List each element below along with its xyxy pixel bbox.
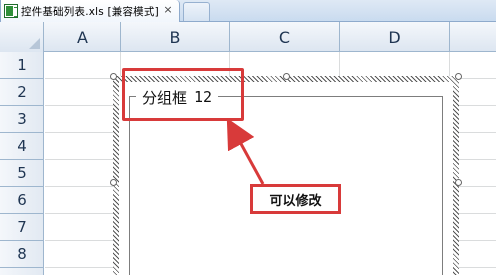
column-header-row: A B C D (0, 22, 496, 52)
row-header-8[interactable]: 8 (0, 241, 44, 268)
row-header-6[interactable]: 6 (0, 187, 44, 214)
callout-text: 可以修改 (269, 193, 322, 209)
column-header-c[interactable]: C (230, 22, 340, 52)
column-header-d[interactable]: D (340, 22, 450, 52)
label-highlight-box (122, 68, 244, 121)
callout-box: 可以修改 (250, 184, 341, 214)
select-all-corner[interactable] (0, 22, 44, 52)
resize-handle-top-middle[interactable] (283, 73, 290, 80)
row-header-1[interactable]: 1 (0, 52, 44, 79)
new-tab-button[interactable] (183, 2, 210, 21)
select-all-triangle-icon (29, 38, 40, 49)
row-header-4[interactable]: 4 (0, 133, 44, 160)
row-header-3[interactable]: 3 (0, 106, 44, 133)
row-header-7[interactable]: 7 (0, 214, 44, 241)
row-header-2[interactable]: 2 (0, 79, 44, 106)
workbook-tab-title: 控件基础列表.xls [兼容模式] (21, 5, 159, 18)
resize-handle-top-right[interactable] (455, 73, 462, 80)
resize-handle-top-left[interactable] (110, 73, 117, 80)
row-header-5[interactable]: 5 (0, 160, 44, 187)
row-header-column: 1 2 3 4 5 6 7 8 (0, 52, 44, 275)
workbook-tab-bar: 控件基础列表.xls [兼容模式] × (0, 0, 496, 22)
column-header-b[interactable]: B (121, 22, 230, 52)
workbook-tab[interactable]: 控件基础列表.xls [兼容模式] × (0, 0, 180, 22)
resize-handle-middle-right[interactable] (455, 179, 462, 186)
excel-file-icon (4, 4, 18, 18)
column-header-e[interactable] (450, 22, 496, 52)
column-header-a[interactable]: A (45, 22, 121, 52)
close-icon[interactable]: × (161, 3, 175, 17)
resize-handle-middle-left[interactable] (110, 179, 117, 186)
